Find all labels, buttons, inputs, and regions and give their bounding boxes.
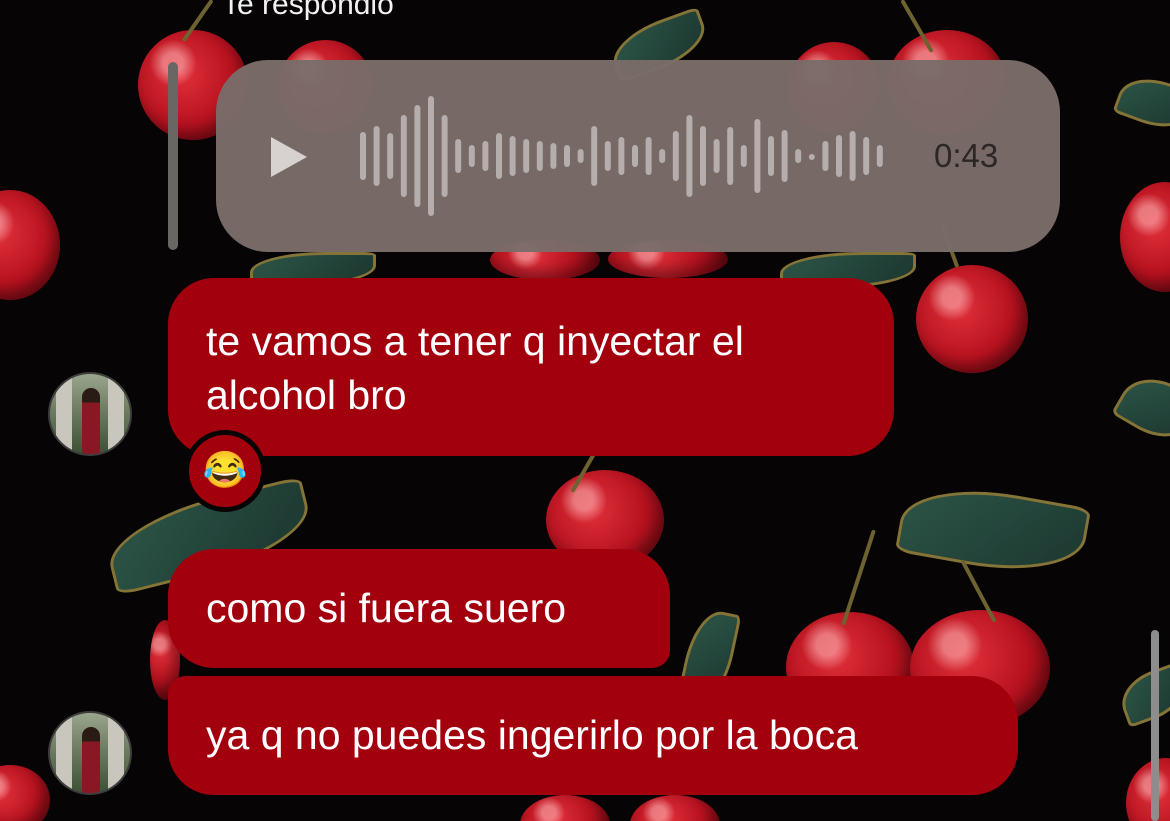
laughing-emoji-icon: 😂 (202, 449, 248, 490)
play-icon[interactable] (268, 133, 310, 181)
waveform-bar (441, 115, 448, 197)
waveform-bar (686, 115, 693, 197)
waveform-bar (496, 133, 502, 179)
waveform-bar (740, 145, 747, 167)
waveform-bar (373, 126, 380, 186)
reply-label: Te respondió (222, 0, 394, 21)
waveform-bar (550, 143, 557, 169)
waveform-bar (727, 127, 734, 185)
message-bubble[interactable]: te vamos a tener q inyectar el alcohol b… (168, 278, 894, 456)
waveform-bar (781, 130, 788, 182)
avatar[interactable] (48, 711, 132, 795)
waveform-bar (482, 141, 489, 171)
voice-duration: 0:43 (934, 137, 999, 174)
waveform-bar (672, 131, 679, 181)
waveform-bar (849, 131, 856, 181)
message-text: te vamos a tener q inyectar el alcohol b… (206, 318, 744, 418)
waveform-bar (863, 137, 870, 175)
waveform-bar (360, 132, 366, 180)
waveform-bar (387, 133, 394, 179)
waveform-bar (400, 115, 407, 197)
waveform-bar (468, 145, 475, 167)
reaction-badge[interactable]: 😂 (184, 430, 266, 512)
waveform-bar (428, 96, 434, 216)
waveform-bar (618, 137, 625, 175)
avatar[interactable] (48, 372, 132, 456)
message-bubble[interactable]: como si fuera suero (168, 549, 670, 668)
waveform-bar (414, 105, 421, 207)
waveform-bar (509, 136, 516, 176)
waveform-bar (768, 136, 774, 176)
waveform-bar (836, 135, 842, 177)
waveform-bar (591, 126, 598, 186)
waveform-bar (700, 126, 706, 186)
waveform-bar (577, 149, 584, 163)
reply-quote-bar (168, 62, 178, 250)
message-bubble[interactable]: ya q no puedes ingerirlo por la boca (168, 676, 1018, 795)
waveform-bar (876, 145, 883, 167)
waveform-bar (523, 139, 530, 173)
waveform-bar (604, 141, 611, 171)
waveform-bar (713, 139, 720, 173)
message-text: ya q no puedes ingerirlo por la boca (206, 712, 858, 758)
waveform-bar (564, 145, 570, 167)
message-text: como si fuera suero (206, 585, 567, 631)
scrollbar[interactable] (1151, 630, 1159, 821)
voice-waveform[interactable] (356, 96, 896, 216)
waveform-bar (632, 145, 638, 167)
waveform-bar (795, 149, 802, 163)
waveform-bar (645, 137, 652, 175)
waveform-bar (536, 141, 543, 171)
waveform-bar (822, 141, 829, 171)
waveform-bar (754, 119, 761, 193)
waveform-bar (455, 139, 462, 173)
waveform-bar (808, 154, 815, 160)
waveform-bar (659, 149, 666, 163)
